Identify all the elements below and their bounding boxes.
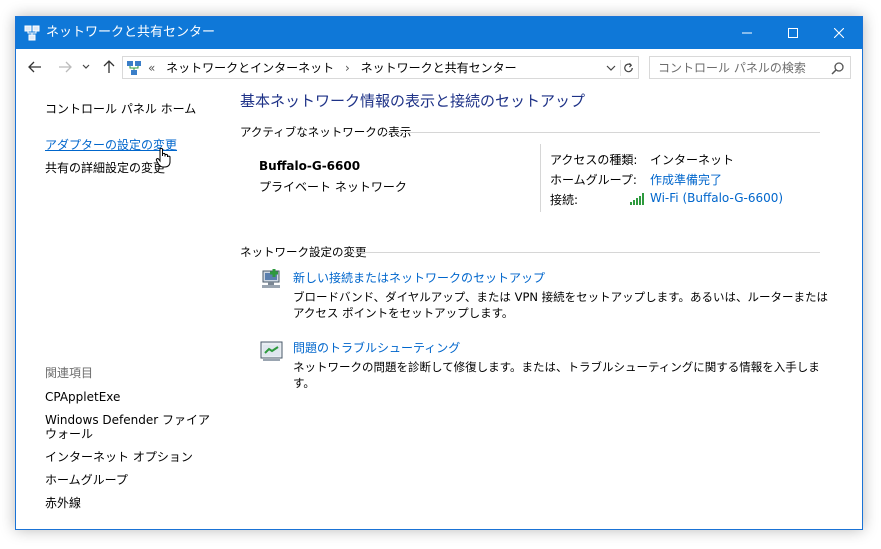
search-placeholder: コントロール パネルの検索 [658,61,806,75]
breadcrumb: « ネットワークとインターネット › ネットワークと共有センター [148,60,524,76]
arrow-right-icon [59,61,72,73]
up-button[interactable] [100,59,118,75]
minimize-button[interactable] [724,17,770,49]
new-connection-desc: ブロードバンド、ダイヤルアップ、または VPN 接続をセットアップします。あるい… [293,290,828,320]
navigation-bar: « ネットワークとインターネット › ネットワークと共有センター コントロール … [16,49,862,85]
breadcrumb-separator[interactable]: › [345,61,350,75]
troubleshoot-link[interactable]: 問題のトラブルシューティング [293,339,460,356]
hand-cursor-icon [155,147,171,168]
chevron-down-icon [82,64,90,69]
page-title: 基本ネットワーク情報の表示と接続のセットアップ [240,92,586,110]
arrow-up-icon [103,60,115,73]
title-bar[interactable]: ネットワークと共有センター [16,17,862,49]
maximize-icon [788,28,798,38]
change-settings-heading: ネットワーク設定の変更 [240,245,367,259]
maximize-button[interactable] [770,17,816,49]
connection-value-link[interactable]: Wi-Fi (Buffalo-G-6600) [650,191,783,205]
network-name: Buffalo-G-6600 [259,159,361,173]
network-info-divider [540,144,541,212]
related-cpappletexe[interactable]: CPAppletExe [45,390,215,404]
troubleshoot-desc: ネットワークの問題を診断して修復します。または、トラブルシューティングに関する情… [293,360,820,390]
address-dropdown-icon[interactable] [604,61,618,75]
access-type-label: アクセスの種類: [550,153,638,167]
homegroup-label: ホームグループ: [550,173,637,187]
new-connection-link[interactable]: 新しい接続またはネットワークのセットアップ [293,269,545,286]
wifi-signal-icon [630,193,644,205]
breadcrumb-network-internet[interactable]: ネットワークとインターネット [166,61,334,75]
minimize-icon [742,32,752,34]
breadcrumb-network-center[interactable]: ネットワークと共有センター [361,61,517,75]
sidebar-control-panel-home[interactable]: コントロール パネル ホーム [45,101,196,117]
arrow-left-icon [28,61,41,73]
related-homegroup[interactable]: ホームグループ [45,473,215,487]
refresh-icon[interactable] [620,60,636,76]
recent-locations-button[interactable] [80,59,92,75]
main-content: 基本ネットワーク情報の表示と接続のセットアップ アクティブなネットワークの表示 … [240,85,840,529]
new-connection-icon [262,269,280,288]
connection-label: 接続: [550,193,579,207]
search-icon[interactable] [831,61,845,75]
search-box[interactable]: コントロール パネルの検索 [649,56,851,79]
related-items-heading: 関連項目 [45,366,94,380]
close-icon [834,28,844,38]
forward-button[interactable] [56,59,74,75]
sidebar-advanced-sharing[interactable]: 共有の詳細設定の変更 [45,160,165,176]
close-button[interactable] [816,17,862,49]
breadcrumb-overflow[interactable]: « [148,61,155,75]
control-panel-icon [127,61,141,75]
sidebar: コントロール パネル ホーム アダプターの設定の変更 共有の詳細設定の変更 関連… [16,85,226,529]
homegroup-value-link[interactable]: 作成準備完了 [650,171,722,188]
related-windows-defender-firewall[interactable]: Windows Defender ファイアウォール [45,413,215,441]
window: ネットワークと共有センター « ネットワークとインターネット › ネットワークと… [15,16,863,530]
network-center-icon [24,25,40,41]
change-settings-divider [354,252,820,253]
access-type-value: インターネット [650,153,735,167]
address-bar[interactable]: « ネットワークとインターネット › ネットワークと共有センター [122,56,639,79]
related-infrared[interactable]: 赤外線 [45,496,215,510]
troubleshoot-icon [260,341,283,361]
back-button[interactable] [26,59,44,75]
active-networks-divider [386,132,820,133]
window-title: ネットワークと共有センター [46,25,216,40]
network-type: プライベート ネットワーク [259,180,407,194]
related-internet-options[interactable]: インターネット オプション [45,450,215,464]
